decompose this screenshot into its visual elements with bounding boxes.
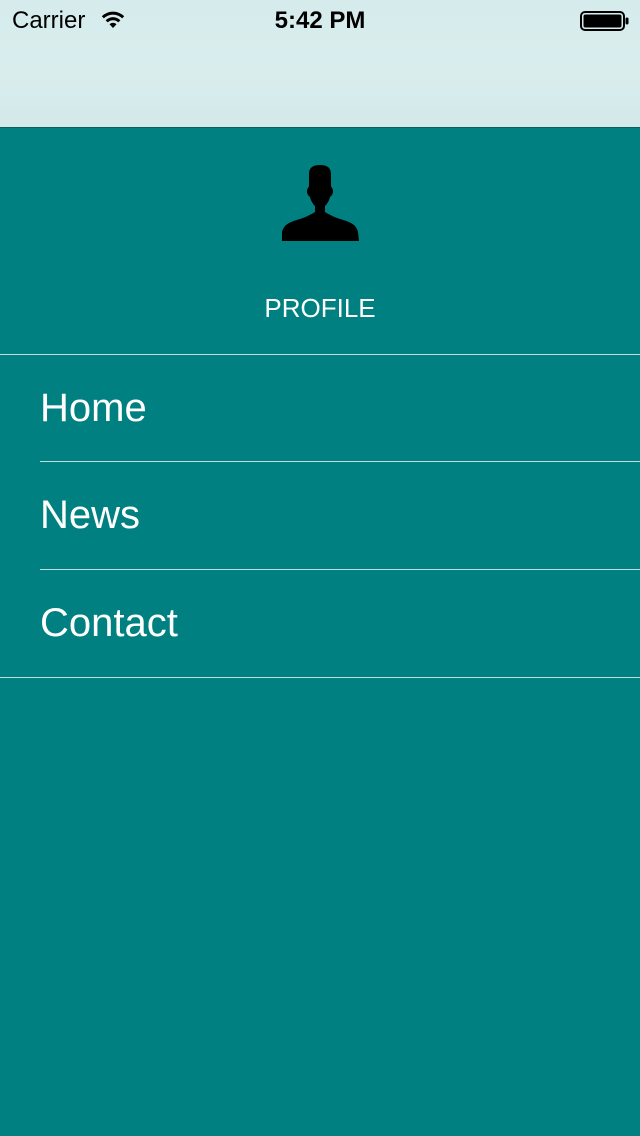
top-area: Carrier 5:42 PM: [0, 0, 640, 128]
status-bar: Carrier 5:42 PM: [0, 0, 640, 40]
menu-item-label: Home: [40, 386, 147, 430]
menu-item-home[interactable]: Home: [0, 355, 640, 462]
side-menu-screen: Carrier 5:42 PM PROFILE Home News Contac…: [0, 0, 640, 1136]
status-time: 5:42 PM: [274, 7, 366, 34]
menu-item-label: News: [40, 493, 141, 537]
person-silhouette-icon: [280, 164, 360, 244]
profile-label: PROFILE: [264, 293, 376, 323]
divider: [0, 677, 640, 678]
menu-item-label: Contact: [40, 601, 178, 645]
profile-header[interactable]: PROFILE: [0, 128, 640, 354]
menu-item-contact[interactable]: Contact: [0, 570, 640, 677]
menu-item-news[interactable]: News: [0, 462, 640, 569]
battery-icon: [580, 11, 630, 31]
